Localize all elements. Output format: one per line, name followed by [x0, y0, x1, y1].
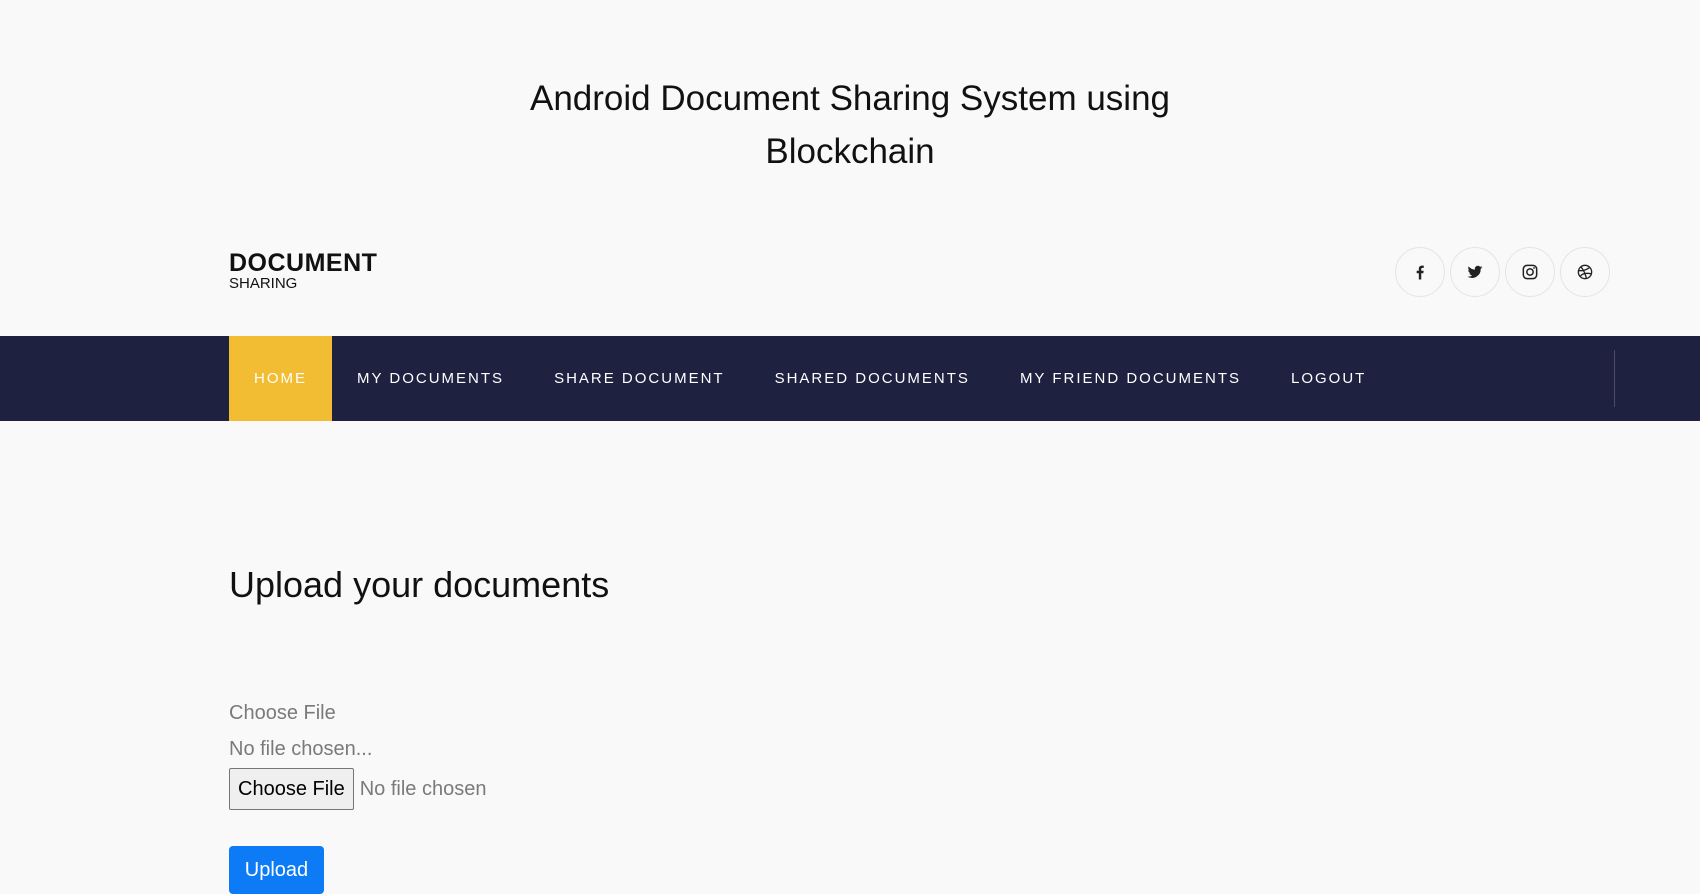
file-chosen-text: No file chosen [359, 777, 487, 800]
file-field-label: Choose File [229, 702, 336, 724]
nav-item-shared-documents[interactable]: SHARED DOCUMENTS [750, 336, 995, 421]
facebook-button[interactable] [1395, 247, 1445, 297]
social-links [1395, 247, 1610, 297]
instagram-icon [1522, 264, 1538, 280]
instagram-button[interactable] [1505, 247, 1555, 297]
nav-item-logout[interactable]: LOGOUT [1266, 336, 1391, 421]
main-navbar: HOME MY DOCUMENTS SHARE DOCUMENT SHARED … [0, 336, 1700, 421]
page-title-line-1: Android Document Sharing System using [529, 79, 1171, 118]
twitter-icon [1467, 265, 1483, 278]
dribbble-icon [1577, 264, 1593, 280]
page-title: Android Document Sharing System using Bl… [0, 72, 1700, 178]
page-title-line-2: Blockchain [765, 132, 935, 171]
upload-section-title: Upload your documents [229, 564, 610, 605]
brand-logo[interactable]: DOCUMENT SHARING [229, 250, 377, 292]
file-status-text: No file chosen... [229, 738, 373, 760]
nav-item-share-document[interactable]: SHARE DOCUMENT [529, 336, 750, 421]
nav-divider [1614, 350, 1615, 407]
nav-item-home[interactable]: HOME [229, 336, 332, 421]
twitter-button[interactable] [1450, 247, 1500, 297]
nav-item-my-documents[interactable]: MY DOCUMENTS [332, 336, 529, 421]
brand-title: DOCUMENT [229, 249, 378, 277]
brand-subtitle: SHARING [229, 275, 298, 292]
nav-item-my-friend-documents[interactable]: MY FRIEND DOCUMENTS [995, 336, 1266, 421]
choose-file-button[interactable]: Choose File [229, 768, 354, 810]
file-input[interactable]: Choose File No file chosen [229, 768, 486, 810]
facebook-icon [1416, 265, 1424, 280]
upload-button[interactable]: Upload [229, 846, 324, 894]
dribbble-button[interactable] [1560, 247, 1610, 297]
nav-menu: HOME MY DOCUMENTS SHARE DOCUMENT SHARED … [229, 336, 1391, 421]
